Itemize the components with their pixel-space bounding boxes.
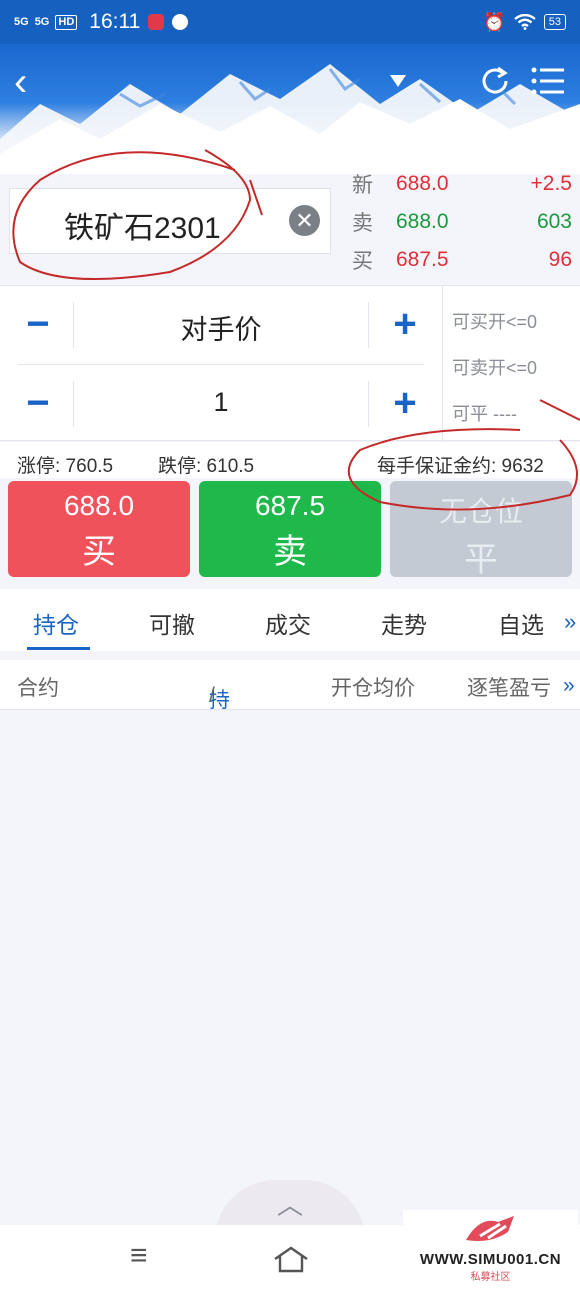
annotation-overlay [12,149,580,511]
trading-page: 5G 5G HD 16:11 ⏰ 53 ‹ 铁矿石2301 ✕ 新 688.0 … [0,0,580,1293]
